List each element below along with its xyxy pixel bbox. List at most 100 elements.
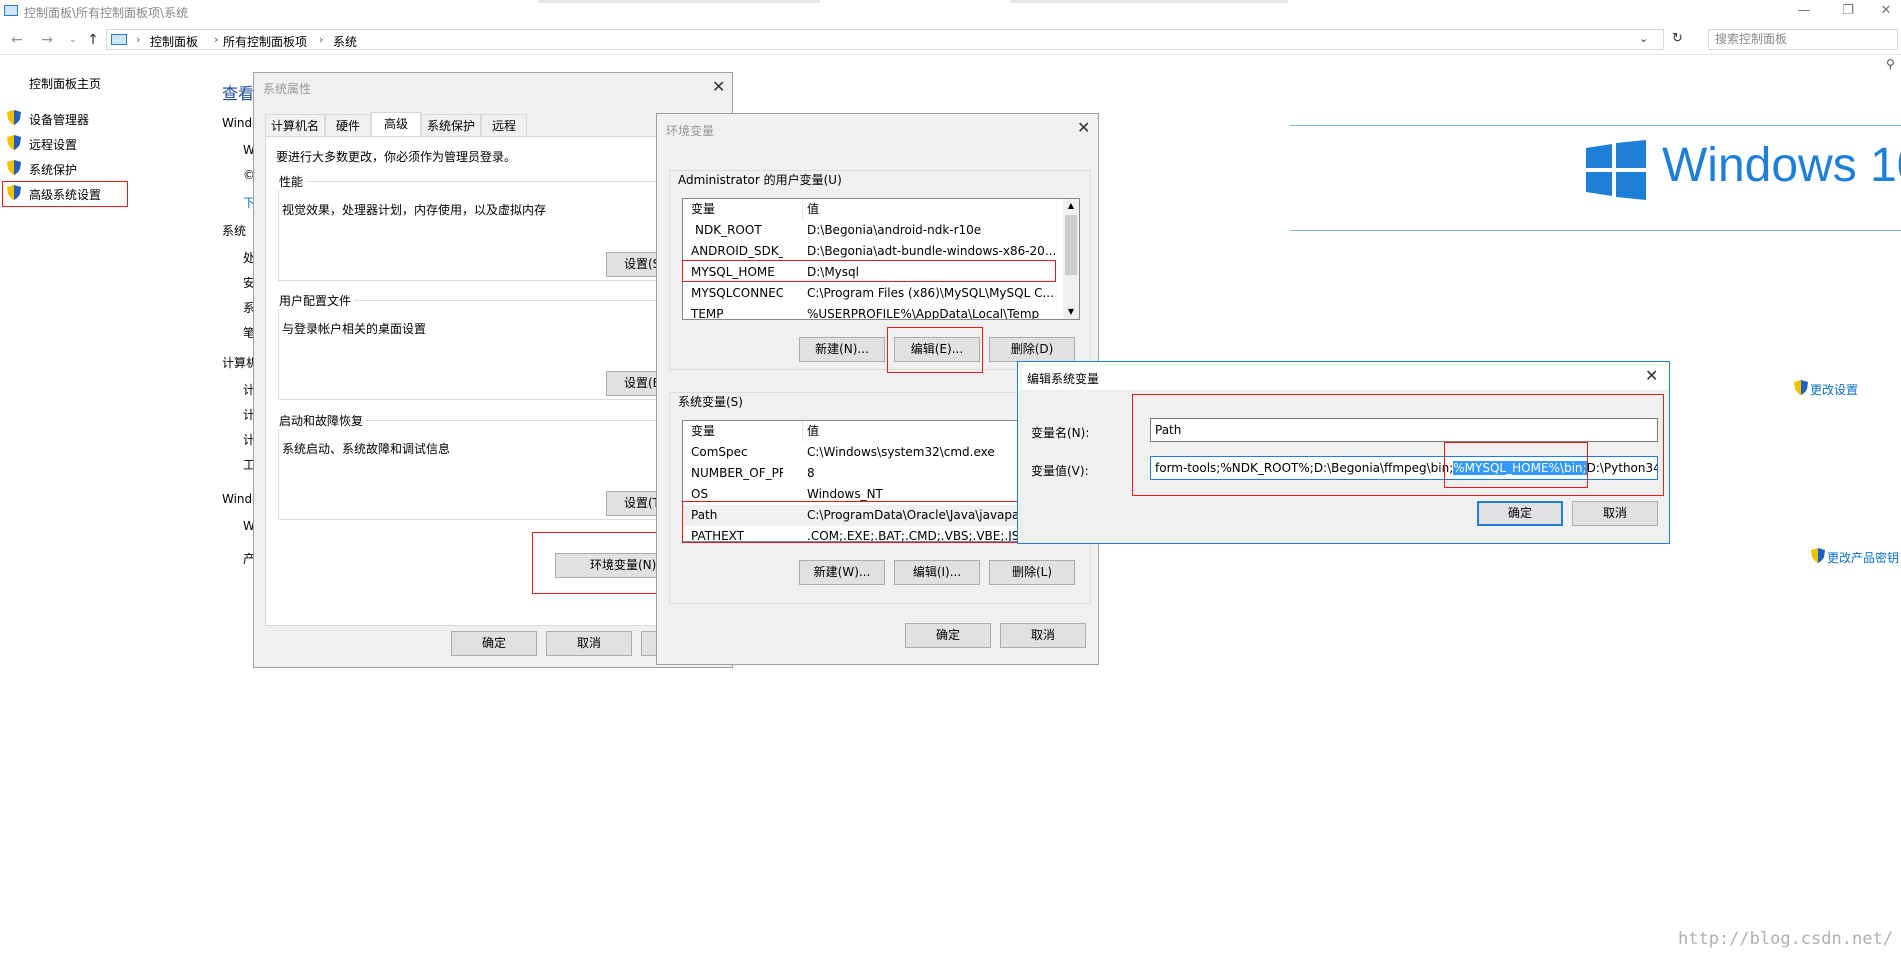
table-row[interactable]: MYSQLCONNEC... C:\Program Files (x86)\My… [683,283,1063,304]
tab-hardware[interactable]: 硬件 [325,114,371,136]
window-title: 控制面板\所有控制面板项\系统 [24,6,189,20]
shield-icon [1794,380,1808,395]
column-divider [802,199,803,220]
column-header-value[interactable]: 值 [807,199,819,220]
cancel-button[interactable]: 取消 [1572,501,1658,526]
divider [1290,125,1901,126]
windows-brand-word: Windows [1662,139,1857,192]
dialog-title: 环境变量 [666,124,715,138]
system-variables-label: 系统变量(S) [675,393,746,410]
cancel-button[interactable]: 取消 [546,631,632,656]
change-product-key-link[interactable]: 更改产品密钥 [1827,549,1899,566]
breadcrumb-separator: › [136,33,141,46]
close-icon[interactable]: ✕ [712,77,725,96]
variable-name: ANDROID_SDK_... [691,244,783,258]
dialog-titlebar [1018,362,1669,390]
section-label: 系统 [222,224,247,238]
taskbar-shadow [1010,0,1288,3]
scroll-up-icon[interactable]: ▲ [1063,199,1079,213]
shield-icon [1811,548,1825,563]
variable-value: C:\Windows\system32\cmd.exe [807,445,995,459]
table-row[interactable]: TEMP %USERPROFILE%\AppData\Local\Temp [683,304,1063,320]
page-title: 查看 [222,84,255,103]
ok-button[interactable]: 确定 [451,631,537,656]
variable-value: %USERPROFILE%\AppData\Local\Temp [807,307,1040,320]
tab-computer-name[interactable]: 计算机名 [265,114,325,136]
change-settings-link[interactable]: 更改设置 [1810,381,1858,398]
variable-name: MYSQLCONNEC... [691,286,783,300]
dialog-title: 编辑系统变量 [1027,372,1100,386]
control-panel-home-link[interactable]: 控制面板主页 [29,75,101,92]
scroll-down-icon[interactable]: ▼ [1063,305,1079,319]
scrollbar[interactable]: ▲ ▼ [1063,199,1079,319]
breadcrumb-control-panel[interactable]: 控制面板 [150,33,198,50]
divider [1290,230,1901,231]
refresh-icon[interactable]: ↻ [1672,31,1690,49]
user-delete-button[interactable]: 删除(D) [989,337,1075,362]
variable-name: TEMP [691,307,724,320]
scrollbar-thumb[interactable] [1065,215,1077,275]
admin-note: 要进行大多数更改，你必须作为管理员登录。 [276,150,517,164]
column-header-variable[interactable]: 变量 [691,199,715,220]
system-new-button[interactable]: 新建(W)... [799,560,885,585]
ok-button[interactable]: 确定 [1477,501,1563,526]
search-input[interactable]: 搜索控制面板 [1708,29,1898,50]
profiles-label: 用户配置文件 [276,292,355,309]
variable-name: ComSpec [691,445,748,459]
breadcrumb-system[interactable]: 系统 [333,33,357,50]
tab-remote[interactable]: 远程 [481,114,527,136]
system-edit-button[interactable]: 编辑(I)... [894,560,980,585]
restore-button[interactable]: ❐ [1830,2,1866,20]
ok-button[interactable]: 确定 [905,623,991,648]
device-manager-link[interactable]: 设备管理器 [29,111,89,128]
close-icon[interactable]: ✕ [1077,118,1090,137]
system-delete-button[interactable]: 删除(L) [989,560,1075,585]
windows-version-number: 10 [1870,139,1901,192]
address-dropdown-icon[interactable]: ⌄ [1639,32,1648,45]
highlight-box [887,327,983,373]
performance-description: 视觉效果，处理器计划，内存使用，以及虚拟内存 [282,203,547,217]
variable-value: D:\Begonia\adt-bundle-windows-x86-20... [807,244,1057,258]
control-panel-icon [111,34,127,45]
profiles-description: 与登录帐户相关的桌面设置 [282,322,427,336]
variable-name: NDK_ROOT [695,223,762,237]
column-header-variable[interactable]: 变量 [691,421,715,442]
close-button[interactable]: ✕ [1868,2,1901,20]
breadcrumb-separator: › [319,33,324,46]
close-icon[interactable]: ✕ [1645,366,1658,385]
address-bar[interactable]: › 控制面板 › 所有控制面板项 › 系统 ⌄ [106,29,1664,50]
shield-icon [7,110,21,125]
column-header-value[interactable]: 值 [807,421,819,442]
system-protection-link[interactable]: 系统保护 [29,161,77,178]
recent-chevron-icon[interactable]: ⌄ [64,31,82,49]
variable-value: C:\Program Files (x86)\MySQL\MySQL C... [807,286,1054,300]
search-icon[interactable]: ⚲ [1886,57,1895,71]
breadcrumb-all-items[interactable]: 所有控制面板项 [223,33,307,50]
variable-value: D:\Begonia\android-ndk-r10e [807,223,982,237]
tab-system-protection[interactable]: 系统保护 [421,114,481,136]
dialog-title: 系统属性 [263,82,312,96]
address-row: ← → ⌄ ↑ › 控制面板 › 所有控制面板项 › 系统 ⌄ ↻ 搜索控制面板… [0,26,1901,71]
column-divider [802,421,803,442]
user-variables-label: Administrator 的用户变量(U) [675,171,845,188]
windows-logo-icon [1586,140,1646,200]
tab-advanced[interactable]: 高级 [371,112,421,136]
variable-name: NUMBER_OF_PR... [691,466,783,480]
remote-settings-link[interactable]: 远程设置 [29,136,77,153]
forward-arrow-icon[interactable]: → [38,31,56,49]
back-arrow-icon[interactable]: ← [8,31,26,49]
minimize-button[interactable]: — [1786,2,1822,20]
cancel-button[interactable]: 取消 [1000,623,1086,648]
table-row[interactable]: NDK_ROOT D:\Begonia\android-ndk-r10e [683,220,1063,241]
user-new-button[interactable]: 新建(N)... [799,337,885,362]
performance-label: 性能 [276,173,307,190]
shield-icon [7,135,21,150]
table-row[interactable]: ANDROID_SDK_... D:\Begonia\adt-bundle-wi… [683,241,1063,262]
user-variables-list[interactable]: 变量 值 NDK_ROOT D:\Begonia\android-ndk-r10… [682,198,1080,320]
windows-brand-text: Windows 10 [1662,138,1901,193]
highlight-box [682,501,1054,543]
breadcrumb-separator: › [214,33,219,46]
up-arrow-icon[interactable]: ↑ [84,31,102,49]
window-titlebar: 控制面板\所有控制面板项\系统 — ❐ ✕ [0,0,1901,24]
highlight-box [1444,442,1588,488]
